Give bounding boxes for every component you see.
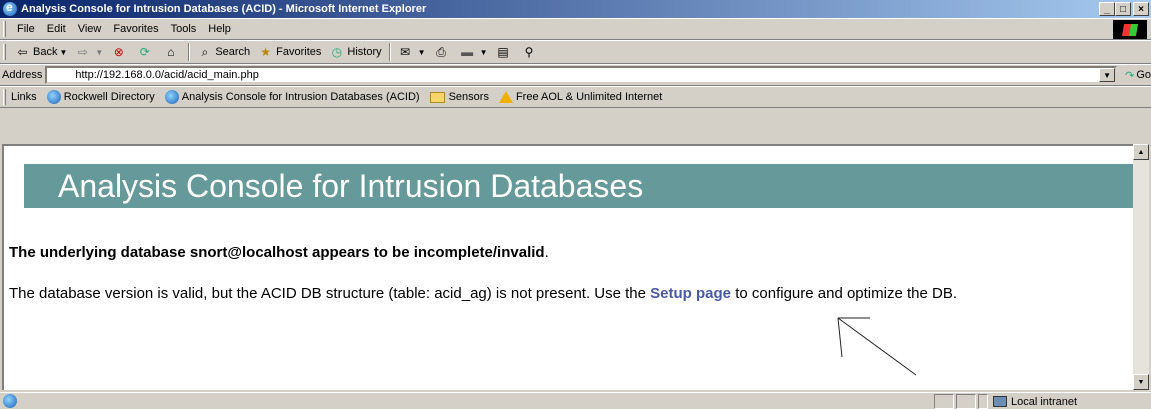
link-free-aol[interactable]: Free AOL & Unlimited Internet (494, 91, 667, 103)
menu-favorites[interactable]: Favorites (107, 23, 164, 35)
status-panel (956, 394, 976, 409)
favorites-icon: ★ (260, 44, 272, 59)
links-bar: Links Rockwell Directory Analysis Consol… (0, 86, 1151, 108)
toolbar-separator (188, 43, 191, 61)
favorites-button[interactable]: ★ Favorites (254, 42, 325, 62)
ie-page-icon (46, 90, 61, 104)
windows-logo-icon (1113, 20, 1147, 39)
menu-help[interactable]: Help (202, 23, 237, 35)
menu-file[interactable]: File (11, 23, 41, 35)
edit-icon: ▬ (461, 44, 474, 59)
link-label: Free AOL & Unlimited Internet (515, 91, 663, 103)
refresh-icon: ⟳ (139, 44, 150, 59)
address-url[interactable]: http://192.168.0.0/acid/acid_main.php (75, 69, 258, 81)
minimize-button[interactable]: _ (1099, 2, 1115, 16)
page-status-icon (3, 394, 17, 408)
address-bar: Address http://192.168.0.0/acid/acid_mai… (0, 64, 1151, 86)
forward-arrow-icon: ⇨ (77, 44, 88, 59)
toolbar-grip[interactable] (3, 44, 6, 60)
discuss-button[interactable]: ▤ (492, 42, 518, 62)
link-rockwell-directory[interactable]: Rockwell Directory (42, 90, 160, 104)
intranet-zone-icon (993, 396, 1007, 407)
status-bar: Local intranet (0, 392, 1151, 409)
menu-edit[interactable]: Edit (41, 23, 72, 35)
window-controls: _ □ × (1099, 2, 1149, 16)
page-viewport: Analysis Console for Intrusion Databases… (2, 144, 1134, 390)
messenger-icon: ⚲ (524, 44, 534, 59)
folder-icon (429, 91, 445, 103)
aol-triangle-icon (498, 91, 513, 103)
window-title: Analysis Console for Intrusion Databases… (21, 3, 427, 15)
back-dropdown-icon[interactable]: ▼ (59, 48, 67, 57)
search-label: Search (215, 46, 251, 58)
history-button[interactable]: ◷ History (325, 42, 385, 62)
address-label: Address (2, 69, 43, 81)
annotation-arrow (837, 317, 917, 376)
standard-toolbar: ⇦ Back ▼ ⇨ ▼ ⊗ ⟳ ⌂ ⌕ Search ★ Favorites … (0, 40, 1151, 64)
messenger-button[interactable]: ⚲ (518, 42, 544, 62)
link-label: Analysis Console for Intrusion Databases… (181, 91, 420, 103)
close-button[interactable]: × (1133, 2, 1149, 16)
link-acid[interactable]: Analysis Console for Intrusion Databases… (160, 90, 425, 104)
window-titlebar[interactable]: Analysis Console for Intrusion Databases… (0, 0, 1151, 18)
forward-button[interactable]: ⇨ ▼ (71, 42, 107, 62)
toolbar-separator (388, 43, 391, 61)
status-panel (934, 394, 954, 409)
ie-app-icon (3, 0, 17, 16)
back-arrow-icon: ⇦ (17, 44, 28, 59)
link-label: Sensors (448, 91, 489, 103)
maximize-button[interactable]: □ (1115, 2, 1131, 16)
zone-label: Local intranet (1011, 395, 1078, 408)
mail-button[interactable]: ✉ ▼ (394, 42, 430, 62)
stop-button[interactable]: ⊗ (107, 42, 133, 62)
vertical-scrollbar[interactable]: ▲ ▼ (1133, 144, 1149, 390)
scroll-down-icon[interactable]: ▼ (1133, 374, 1149, 390)
back-button[interactable]: ⇦ Back ▼ (11, 42, 71, 62)
search-icon: ⌕ (201, 44, 209, 59)
menu-view[interactable]: View (72, 23, 108, 35)
security-zone: Local intranet (993, 394, 1077, 409)
go-button[interactable]: ↷ Go (1125, 69, 1151, 82)
links-grip[interactable] (3, 89, 6, 105)
menu-bar: File Edit View Favorites Tools Help (0, 18, 1151, 40)
refresh-button[interactable]: ⟳ (133, 42, 159, 62)
history-label: History (347, 46, 382, 58)
home-icon: ⌂ (167, 44, 175, 59)
favorites-label: Favorites (276, 46, 322, 58)
links-label: Links (11, 91, 37, 103)
ie-page-icon (164, 90, 179, 104)
address-input[interactable]: http://192.168.0.0/acid/acid_main.php ▼ (45, 66, 1118, 84)
edit-button[interactable]: ▬ ▼ (456, 42, 492, 62)
back-label: Back (33, 46, 58, 58)
menu-tools[interactable]: Tools (165, 23, 203, 35)
go-label: Go (1136, 69, 1151, 81)
link-sensors[interactable]: Sensors (425, 91, 494, 103)
stop-icon: ⊗ (113, 44, 124, 59)
print-button[interactable]: ⎙ (430, 42, 456, 62)
go-arrow-icon: ↷ (1125, 69, 1135, 82)
menu-grip[interactable] (3, 21, 6, 37)
search-button[interactable]: ⌕ Search (193, 42, 254, 62)
mail-dropdown-icon[interactable]: ▼ (418, 48, 426, 57)
discuss-icon: ▤ (497, 44, 509, 59)
address-dropdown-icon[interactable]: ▼ (1099, 68, 1116, 82)
scroll-up-icon[interactable]: ▲ (1133, 144, 1149, 160)
forward-dropdown-icon[interactable]: ▼ (95, 48, 103, 57)
home-button[interactable]: ⌂ (159, 42, 185, 62)
link-label: Rockwell Directory (63, 91, 155, 103)
status-panel (978, 394, 988, 409)
edit-dropdown-icon[interactable]: ▼ (480, 48, 488, 57)
print-icon: ⎙ (436, 44, 446, 59)
mail-icon: ✉ (400, 44, 411, 59)
history-icon: ◷ (331, 44, 343, 59)
